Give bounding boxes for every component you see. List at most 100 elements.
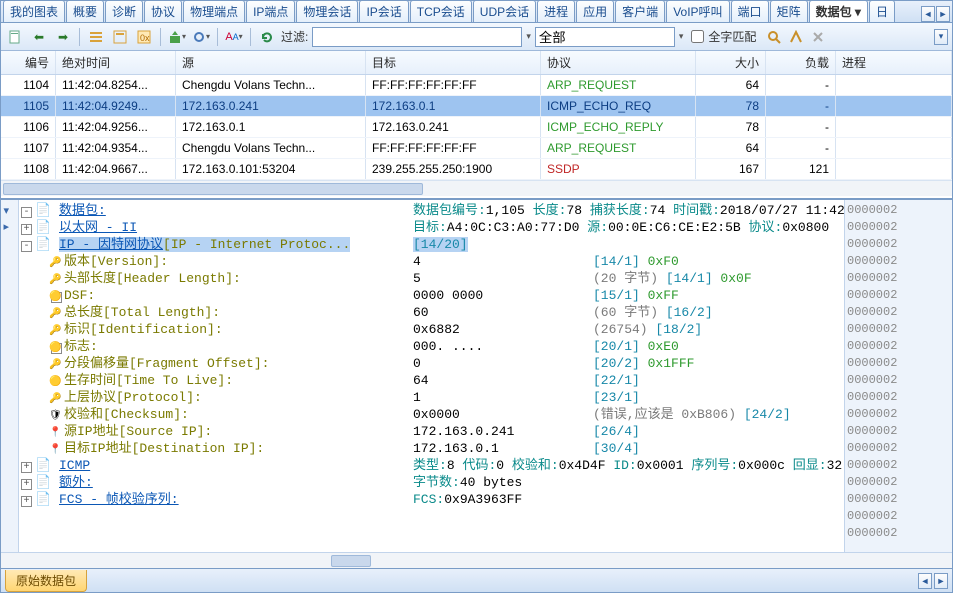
- tree-ethernet[interactable]: 以太网 - II: [59, 220, 137, 235]
- top-tabs-nav: ◄ ►: [921, 6, 950, 22]
- whole-word-checkbox[interactable]: [691, 30, 704, 43]
- view-list-button[interactable]: [86, 27, 106, 47]
- top-tab-1[interactable]: 概要: [66, 1, 104, 22]
- tree-field[interactable]: 🔑分段偏移量[Fragment Offset]:: [21, 355, 405, 372]
- protocol-tree[interactable]: -📄 数据包: +📄 以太网 - II -📄 IP - 因特网协议[IP - I…: [19, 200, 409, 552]
- col-proto[interactable]: 协议: [541, 51, 696, 74]
- expander[interactable]: +: [21, 496, 32, 507]
- top-tab-12[interactable]: 客户端: [615, 1, 665, 22]
- value-row: 000. ....[20/1] 0xE0: [413, 338, 840, 355]
- top-tab-11[interactable]: 应用: [576, 1, 614, 22]
- filter-dropdown-icon[interactable]: ▾: [526, 31, 531, 42]
- font-button[interactable]: AA▾: [224, 27, 244, 47]
- col-load[interactable]: 负载: [766, 51, 836, 74]
- top-tab-13[interactable]: VoIP呼叫: [666, 1, 729, 22]
- top-tab-overflow[interactable]: 日: [869, 1, 895, 22]
- tree-field[interactable]: 📍源IP地址[Source IP]:: [21, 423, 405, 440]
- value-row: 4[14/1] 0xF0: [413, 253, 840, 270]
- expander[interactable]: +: [21, 462, 32, 473]
- new-doc-button[interactable]: [5, 27, 25, 47]
- bottom-nav-right[interactable]: ►: [934, 573, 948, 589]
- settings-button[interactable]: ▾: [191, 27, 211, 47]
- col-dst[interactable]: 目标: [366, 51, 541, 74]
- tree-packet[interactable]: 数据包:: [59, 203, 106, 218]
- tab-raw-packet[interactable]: 原始数据包: [5, 570, 87, 592]
- expander[interactable]: -: [21, 241, 32, 252]
- details-hscroll[interactable]: [1, 552, 952, 568]
- bottom-nav-left[interactable]: ◄: [918, 573, 932, 589]
- top-tab-9[interactable]: UDP会话: [473, 1, 536, 22]
- top-tab-6[interactable]: 物理会话: [296, 1, 358, 22]
- top-tab-3[interactable]: 协议: [144, 1, 182, 22]
- bottom-tabs: 原始数据包 ◄ ►: [1, 568, 952, 592]
- details-panel: ▾ ▸ -📄 数据包: +📄 以太网 - II -📄 IP - 因特网协议[IP…: [1, 199, 952, 552]
- gutter-filter-icon[interactable]: ▾: [4, 204, 16, 216]
- clear-button[interactable]: [808, 27, 828, 47]
- tree-field[interactable]: 🟡生存时间[Time To Live]:: [21, 372, 405, 389]
- top-tab-0[interactable]: 我的图表: [3, 1, 65, 22]
- col-time[interactable]: 绝对时间: [56, 51, 176, 74]
- expander[interactable]: +: [21, 479, 32, 490]
- tree-field[interactable]: 🔑上层协议[Protocol]:: [21, 389, 405, 406]
- scope-select[interactable]: [535, 27, 675, 47]
- tree-icmp[interactable]: ICMP: [59, 458, 90, 473]
- top-tab-10[interactable]: 进程: [537, 1, 575, 22]
- table-row[interactable]: 110411:42:04.8254...Chengdu Volans Techn…: [1, 75, 952, 96]
- tree-field[interactable]: 🔑标识[Identification]:: [21, 321, 405, 338]
- table-row[interactable]: 110511:42:04.9249...172.163.0.241172.163…: [1, 96, 952, 117]
- forward-button[interactable]: ➡: [53, 27, 73, 47]
- tree-field[interactable]: 🛡校验和[Checksum]:: [21, 406, 405, 423]
- packet-hscroll[interactable]: [1, 180, 952, 196]
- top-tab-5[interactable]: IP端点: [246, 1, 295, 22]
- top-tab-2[interactable]: 诊断: [105, 1, 143, 22]
- tree-extra[interactable]: 额外:: [59, 475, 93, 490]
- tabs-scroll-left[interactable]: ◄: [921, 6, 935, 22]
- filter-input[interactable]: [312, 27, 522, 47]
- tree-fcs[interactable]: FCS - 帧校验序列:: [59, 492, 179, 507]
- tree-field[interactable]: 📍目标IP地址[Destination IP]:: [21, 440, 405, 457]
- table-row[interactable]: 110711:42:04.9354...Chengdu Volans Techn…: [1, 138, 952, 159]
- top-tab-15[interactable]: 矩阵: [770, 1, 808, 22]
- tabs-scroll-right[interactable]: ►: [936, 6, 950, 22]
- toolbar-overflow[interactable]: ▾: [934, 29, 948, 45]
- col-no[interactable]: 编号: [1, 51, 56, 74]
- scope-dropdown-icon[interactable]: ▾: [679, 31, 684, 42]
- top-tab-4[interactable]: 物理端点: [183, 1, 245, 22]
- svg-text:0x: 0x: [140, 33, 150, 43]
- top-tab-8[interactable]: TCP会话: [410, 1, 472, 22]
- expander[interactable]: -: [21, 207, 32, 218]
- back-button[interactable]: ⬅: [29, 27, 49, 47]
- tree-field[interactable]: 🔑总长度[Total Length]:: [21, 304, 405, 321]
- export-button[interactable]: ▾: [167, 27, 187, 47]
- top-tab-7[interactable]: IP会话: [359, 1, 408, 22]
- tree-field[interactable]: 🔑版本[Version]:: [21, 253, 405, 270]
- tree-ip[interactable]: IP - 因特网协议: [59, 237, 163, 252]
- refresh-button[interactable]: [257, 27, 277, 47]
- highlight-button[interactable]: [786, 27, 806, 47]
- gutter-expand-icon[interactable]: ▸: [4, 220, 16, 232]
- value-row: 0000 0000[15/1] 0xFF: [413, 287, 840, 304]
- col-proc[interactable]: 进程: [836, 51, 952, 74]
- value-row: 1[23/1]: [413, 389, 840, 406]
- view-detail-button[interactable]: [110, 27, 130, 47]
- hex-column[interactable]: 0000002000000200000020000002000000200000…: [844, 200, 952, 552]
- value-column[interactable]: 数据包编号:1,105 长度:78 捕获长度:74 时间戳:2018/07/27…: [409, 200, 844, 552]
- col-src[interactable]: 源: [176, 51, 366, 74]
- value-row: 5(20 字节) [14/1] 0x0F: [413, 270, 840, 287]
- top-tab-16[interactable]: 数据包 ▾: [809, 1, 868, 22]
- top-tabs: 我的图表概要诊断协议物理端点IP端点物理会话IP会话TCP会话UDP会话进程应用…: [1, 1, 952, 23]
- tree-field[interactable]: 🔑头部长度[Header Length]:: [21, 270, 405, 287]
- packet-body[interactable]: 110411:42:04.8254...Chengdu Volans Techn…: [1, 75, 952, 180]
- app-root: 我的图表概要诊断协议物理端点IP端点物理会话IP会话TCP会话UDP会话进程应用…: [0, 0, 953, 593]
- tree-field[interactable]: +🟡标志:: [21, 338, 405, 355]
- table-row[interactable]: 110611:42:04.9256...172.163.0.1172.163.0…: [1, 117, 952, 138]
- tree-field[interactable]: +🟡DSF:: [21, 287, 405, 304]
- view-hex-button[interactable]: 0x: [134, 27, 154, 47]
- whole-word-label: 全字匹配: [708, 28, 756, 45]
- expander[interactable]: +: [21, 224, 32, 235]
- table-row[interactable]: 110811:42:04.9667...172.163.0.101:532042…: [1, 159, 952, 180]
- top-tab-14[interactable]: 端口: [731, 1, 769, 22]
- search-button[interactable]: [764, 27, 784, 47]
- tree-gutter: ▾ ▸: [1, 200, 19, 552]
- col-size[interactable]: 大小: [696, 51, 766, 74]
